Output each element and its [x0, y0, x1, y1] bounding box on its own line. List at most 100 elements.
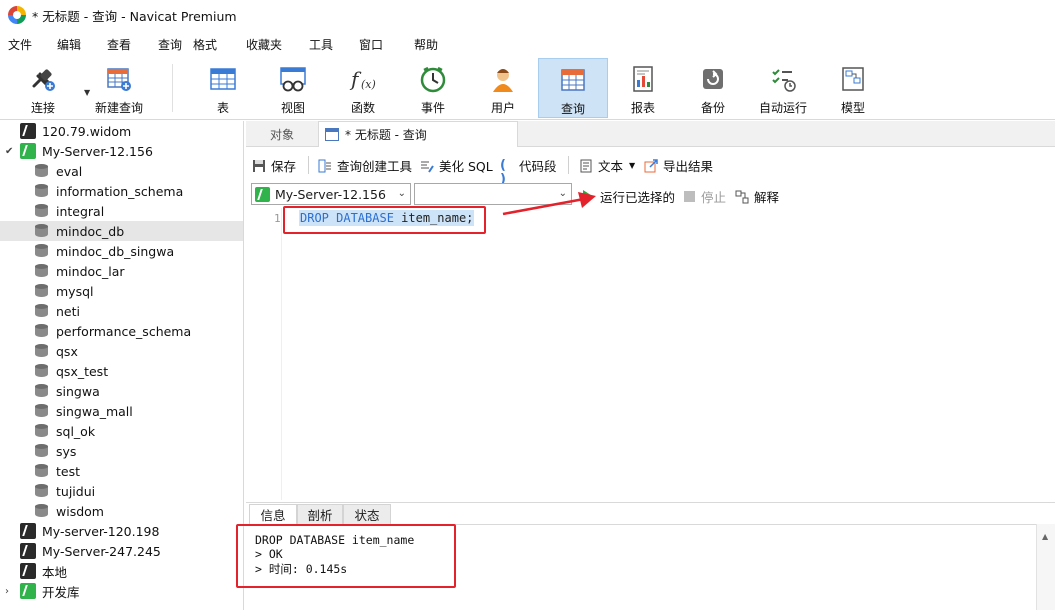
server-icon — [20, 123, 36, 139]
explain-button[interactable]: 解释 — [735, 187, 779, 206]
server-connected-icon — [20, 143, 36, 159]
connection-dev-db[interactable]: › 开发库 — [0, 581, 243, 601]
text-dropdown-icon[interactable]: ▼ — [629, 161, 635, 170]
connection-my-server-12-156[interactable]: ✔ My-Server-12.156 — [0, 141, 243, 161]
menu-help[interactable]: 帮助 — [414, 36, 438, 53]
info-scrollbar[interactable]: ▲ — [1036, 524, 1055, 610]
event-button[interactable]: 事件 — [398, 58, 468, 118]
database-icon — [35, 463, 48, 479]
server-connected-icon — [255, 186, 270, 202]
connect-button[interactable]: 连接 ▼ — [8, 58, 90, 118]
database-icon — [35, 323, 48, 339]
menu-query[interactable]: 查询 — [158, 36, 182, 53]
database-item[interactable]: singwa_mall — [0, 401, 243, 421]
connection-tree: 120.79.widom ✔ My-Server-12.156 eval inf… — [0, 121, 244, 610]
database-item[interactable]: qsx — [0, 341, 243, 361]
query-button[interactable]: 查询 — [538, 58, 608, 118]
query-builder-button[interactable]: 查询创建工具 — [318, 156, 412, 175]
database-icon — [35, 223, 48, 239]
database-item[interactable]: wisdom — [0, 501, 243, 521]
connection-120-79-widom[interactable]: 120.79.widom — [0, 121, 243, 141]
user-icon — [488, 64, 518, 94]
database-icon — [35, 203, 48, 219]
database-icon — [35, 183, 48, 199]
database-item[interactable]: sys — [0, 441, 243, 461]
stop-button[interactable]: 停止 — [684, 187, 726, 206]
query-toolbar: 保存 查询创建工具 美化 SQL ( ) 代码段 文本 ▼ 导出结果 — [246, 150, 1055, 186]
database-item[interactable]: singwa — [0, 381, 243, 401]
automation-icon — [768, 64, 798, 94]
backup-icon — [698, 64, 728, 94]
view-button[interactable]: 视图 — [258, 58, 328, 118]
view-icon — [278, 64, 308, 94]
database-item[interactable]: mysql — [0, 281, 243, 301]
title-bar: * 无标题 - 查询 - Navicat Premium — [0, 0, 1055, 30]
tab-objects[interactable]: 对象 — [246, 121, 318, 147]
query-selector-row: My-Server-12.156 ⌄ ⌄ 运行已选择的 停止 解释 — [246, 181, 1055, 207]
tab-status[interactable]: 状态 — [343, 504, 391, 525]
connection-local[interactable]: 本地 — [0, 561, 243, 581]
connection-my-server-120-198[interactable]: My-server-120.198 — [0, 521, 243, 541]
chevron-right-icon[interactable]: › — [5, 586, 9, 597]
database-item[interactable]: performance_schema — [0, 321, 243, 341]
menu-view[interactable]: 查看 — [107, 36, 131, 53]
menu-favorites[interactable]: 收藏夹 — [246, 36, 282, 53]
report-button[interactable]: 报表 — [608, 58, 678, 118]
window-title: * 无标题 - 查询 - Navicat Premium — [32, 8, 237, 24]
function-button[interactable]: f (x) 函数 — [328, 58, 398, 118]
chevron-down-icon: ⌄ — [397, 188, 406, 199]
sql-editor[interactable]: 1 DROP DATABASE item_name; — [246, 208, 1055, 500]
connection-select[interactable]: My-Server-12.156 ⌄ — [251, 183, 411, 205]
annotation-box-sql — [283, 206, 486, 234]
database-item[interactable]: neti — [0, 301, 243, 321]
tab-profile[interactable]: 剖析 — [297, 504, 343, 525]
database-item[interactable]: tujidui — [0, 481, 243, 501]
connection-my-server-247-245[interactable]: My-Server-247.245 — [0, 541, 243, 561]
table-button[interactable]: 表 — [188, 58, 258, 118]
user-button[interactable]: 用户 — [468, 58, 538, 118]
menu-window[interactable]: 窗口 — [359, 36, 383, 53]
chevron-up-icon[interactable]: ▲ — [1042, 532, 1048, 541]
text-document-icon — [579, 159, 593, 173]
model-icon — [838, 64, 868, 94]
server-icon — [20, 563, 36, 579]
menu-edit[interactable]: 编辑 — [57, 36, 81, 53]
database-item[interactable]: eval — [0, 161, 243, 181]
main-toolbar: 连接 ▼ 新建查询 表 视图 f (x) 函数 事件 用户 查询 报表 备份 自… — [0, 56, 1055, 120]
new-query-button[interactable]: 新建查询 — [84, 58, 154, 118]
tab-query[interactable]: * 无标题 - 查询 — [318, 121, 518, 147]
stop-icon — [684, 191, 695, 202]
text-button[interactable]: 文本 ▼ — [579, 156, 635, 175]
code-snippet-button[interactable]: ( ) 代码段 — [500, 156, 557, 186]
menu-file[interactable]: 文件 — [8, 36, 32, 53]
backup-button[interactable]: 备份 — [678, 58, 748, 118]
export-results-button[interactable]: 导出结果 — [644, 156, 713, 175]
tab-info[interactable]: 信息 — [249, 504, 297, 525]
menu-format[interactable]: 格式 — [193, 36, 217, 53]
database-icon — [35, 243, 48, 259]
query-builder-icon — [318, 159, 332, 173]
beautify-sql-button[interactable]: 美化 SQL — [420, 156, 493, 175]
model-button[interactable]: 模型 — [818, 58, 888, 118]
database-item[interactable]: test — [0, 461, 243, 481]
save-button[interactable]: 保存 — [252, 156, 296, 175]
automation-button[interactable]: 自动运行 — [748, 58, 818, 118]
new-query-icon — [104, 64, 134, 94]
database-item[interactable]: mindoc_lar — [0, 261, 243, 281]
table-icon — [208, 64, 238, 94]
database-item-selected[interactable]: mindoc_db — [0, 221, 243, 241]
menu-bar: 文件 编辑 查看 查询 格式 收藏夹 工具 窗口 帮助 — [0, 32, 1055, 54]
database-icon — [35, 303, 48, 319]
menu-tools[interactable]: 工具 — [309, 36, 333, 53]
query-tab-icon — [325, 128, 339, 141]
chevron-down-icon[interactable]: ✔ — [5, 146, 13, 157]
database-item[interactable]: qsx_test — [0, 361, 243, 381]
annotation-box-output — [236, 524, 456, 588]
database-item[interactable]: mindoc_db_singwa — [0, 241, 243, 261]
database-item[interactable]: information_schema — [0, 181, 243, 201]
database-item[interactable]: integral — [0, 201, 243, 221]
floppy-disk-icon — [252, 159, 266, 173]
navicat-logo-icon — [8, 6, 26, 24]
database-icon — [35, 403, 48, 419]
database-item[interactable]: sql_ok — [0, 421, 243, 441]
